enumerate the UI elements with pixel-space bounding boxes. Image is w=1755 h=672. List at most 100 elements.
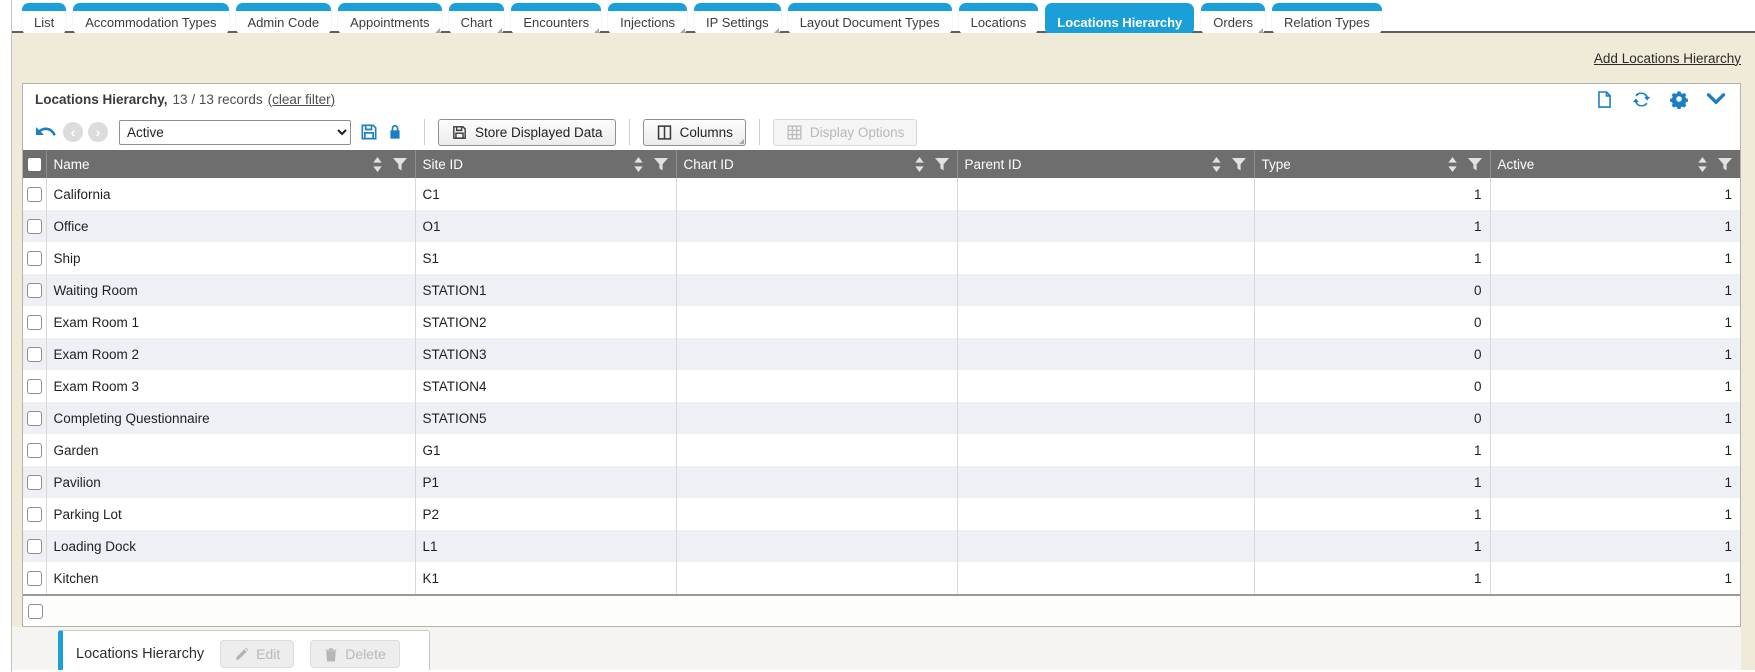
row-checkbox[interactable]: [27, 443, 42, 458]
cell-site-id: STATION4: [415, 370, 676, 402]
table-row[interactable]: Parking Lot P2 1 1: [23, 498, 1740, 530]
cell-name: California: [46, 178, 415, 210]
table-header-row: Name Site ID Chart ID Parent ID: [23, 150, 1740, 178]
row-checkbox-cell: [23, 274, 46, 306]
row-checkbox-cell: [23, 306, 46, 338]
nav-forward-button[interactable]: ›: [88, 122, 108, 142]
column-header-parent-id[interactable]: Parent ID: [957, 150, 1254, 178]
tab-encounters[interactable]: Encounters: [511, 3, 601, 35]
column-header-active[interactable]: Active: [1490, 150, 1740, 178]
row-checkbox[interactable]: [27, 219, 42, 234]
cell-chart-id: [676, 338, 957, 370]
select-all-checkbox[interactable]: [28, 158, 41, 171]
delete-button[interactable]: Delete: [310, 640, 399, 668]
cell-parent-id: [957, 466, 1254, 498]
nav-back-button[interactable]: ‹: [63, 122, 83, 142]
filter-icon[interactable]: [935, 158, 949, 171]
tab-list[interactable]: List: [22, 3, 66, 35]
row-checkbox-cell: [23, 498, 46, 530]
cell-chart-id: [676, 466, 957, 498]
chevron-down-icon[interactable]: [1706, 91, 1726, 107]
cell-site-id: G1: [415, 434, 676, 466]
tab-layout-document-types[interactable]: Layout Document Types: [788, 3, 952, 35]
sort-icon[interactable]: [1697, 157, 1708, 172]
cell-parent-id: [957, 338, 1254, 370]
sort-icon[interactable]: [914, 157, 925, 172]
table-row[interactable]: Pavilion P1 1 1: [23, 466, 1740, 498]
row-checkbox[interactable]: [27, 315, 42, 330]
filter-icon[interactable]: [1232, 158, 1246, 171]
table-row[interactable]: Exam Room 1 STATION2 0 1: [23, 306, 1740, 338]
row-checkbox[interactable]: [27, 507, 42, 522]
column-header-chart-id[interactable]: Chart ID: [676, 150, 957, 178]
store-displayed-data-button[interactable]: Store Displayed Data: [438, 119, 616, 146]
columns-button[interactable]: Columns: [643, 119, 746, 146]
row-checkbox[interactable]: [27, 411, 42, 426]
clear-filter-link[interactable]: (clear filter): [268, 92, 336, 107]
filter-icon[interactable]: [1718, 158, 1732, 171]
new-record-icon[interactable]: [1595, 89, 1614, 110]
table-row[interactable]: Exam Room 3 STATION4 0 1: [23, 370, 1740, 402]
detail-tab-label[interactable]: Locations Hierarchy: [76, 646, 204, 662]
gear-icon[interactable]: [1669, 89, 1689, 109]
row-checkbox[interactable]: [27, 347, 42, 362]
cell-chart-id: [676, 370, 957, 402]
row-checkbox[interactable]: [27, 475, 42, 490]
lock-icon[interactable]: [385, 122, 405, 142]
table-row[interactable]: Exam Room 2 STATION3 0 1: [23, 338, 1740, 370]
table-row[interactable]: Ship S1 1 1: [23, 242, 1740, 274]
column-header-name[interactable]: Name: [46, 150, 415, 178]
tab-relation-types[interactable]: Relation Types: [1272, 3, 1382, 35]
edit-button[interactable]: Edit: [220, 640, 294, 668]
row-checkbox[interactable]: [27, 379, 42, 394]
row-checkbox-cell: [23, 434, 46, 466]
cell-type: 1: [1254, 178, 1490, 210]
sort-icon[interactable]: [1211, 157, 1222, 172]
table-row[interactable]: Office O1 1 1: [23, 210, 1740, 242]
grid-footer-row: [23, 594, 1740, 626]
sort-icon[interactable]: [372, 157, 383, 172]
locations-table: Name Site ID Chart ID Parent ID: [23, 150, 1740, 594]
left-gutter: [0, 0, 12, 672]
tab-injections[interactable]: Injections: [608, 3, 687, 35]
footer-checkbox[interactable]: [28, 604, 43, 619]
row-checkbox[interactable]: [27, 187, 42, 202]
tab-orders[interactable]: Orders: [1201, 3, 1265, 35]
filter-icon[interactable]: [393, 158, 407, 171]
sort-icon[interactable]: [1447, 157, 1458, 172]
tab-locations-hierarchy[interactable]: Locations Hierarchy: [1045, 3, 1194, 35]
tab-accommodation-types[interactable]: Accommodation Types: [73, 3, 228, 35]
row-checkbox[interactable]: [27, 539, 42, 554]
table-row[interactable]: Garden G1 1 1: [23, 434, 1740, 466]
row-checkbox[interactable]: [27, 283, 42, 298]
filter-icon[interactable]: [1468, 158, 1482, 171]
tab-appointments[interactable]: Appointments: [338, 3, 442, 35]
row-checkbox[interactable]: [27, 251, 42, 266]
cell-chart-id: [676, 306, 957, 338]
table-row[interactable]: Loading Dock L1 1 1: [23, 530, 1740, 562]
sort-icon[interactable]: [633, 157, 644, 172]
column-header-type[interactable]: Type: [1254, 150, 1490, 178]
cell-chart-id: [676, 434, 957, 466]
tab-ip-settings[interactable]: IP Settings: [694, 3, 781, 35]
tab-locations[interactable]: Locations: [959, 3, 1039, 35]
table-row[interactable]: Kitchen K1 1 1: [23, 562, 1740, 594]
cell-parent-id: [957, 242, 1254, 274]
tab-admin-code[interactable]: Admin Code: [236, 3, 332, 35]
cell-parent-id: [957, 402, 1254, 434]
row-checkbox[interactable]: [27, 571, 42, 586]
filter-icon[interactable]: [654, 158, 668, 171]
refresh-icon[interactable]: [1631, 89, 1652, 110]
cell-name: Parking Lot: [46, 498, 415, 530]
table-row[interactable]: Waiting Room STATION1 0 1: [23, 274, 1740, 306]
tab-chart[interactable]: Chart: [449, 3, 505, 35]
table-row[interactable]: California C1 1 1: [23, 178, 1740, 210]
table-row[interactable]: Completing Questionnaire STATION5 0 1: [23, 402, 1740, 434]
undo-icon[interactable]: [33, 120, 57, 144]
add-locations-hierarchy-link[interactable]: Add Locations Hierarchy: [1594, 51, 1741, 66]
cell-site-id: STATION1: [415, 274, 676, 306]
display-options-button[interactable]: Display Options: [773, 119, 918, 146]
filter-select[interactable]: Active: [119, 120, 351, 145]
save-filter-icon[interactable]: [359, 122, 379, 142]
column-header-site-id[interactable]: Site ID: [415, 150, 676, 178]
